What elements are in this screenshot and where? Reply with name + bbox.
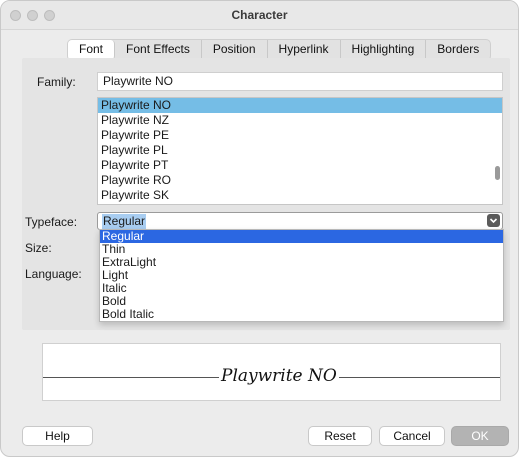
family-list-scrollbar[interactable]	[495, 166, 500, 180]
family-list-item[interactable]: Playwrite RO	[98, 173, 502, 188]
typeface-option[interactable]: ExtraLight	[100, 256, 503, 269]
language-label: Language:	[25, 267, 82, 281]
character-dialog: Character Font Font Effects Position Hyp…	[0, 0, 519, 457]
title-bar: Character	[1, 1, 518, 30]
preview-text: Playwrite NO	[219, 366, 339, 386]
typeface-dropdown: Regular Thin ExtraLight Light Italic Bol…	[99, 229, 504, 322]
family-list-item[interactable]: Playwrite NO	[98, 98, 502, 113]
typeface-option[interactable]: Italic	[100, 282, 503, 295]
chevron-down-icon[interactable]	[487, 214, 500, 227]
typeface-option[interactable]: Regular	[100, 230, 503, 243]
window-title: Character	[231, 8, 288, 22]
help-button[interactable]: Help	[22, 426, 93, 446]
family-list-item[interactable]: Playwrite PL	[98, 143, 502, 158]
size-label: Size:	[25, 241, 52, 255]
tab-position[interactable]: Position	[202, 40, 268, 60]
family-field[interactable]: Playwrite NO	[97, 72, 503, 91]
typeface-value: Regular	[102, 214, 147, 229]
tab-hyperlink[interactable]: Hyperlink	[268, 40, 341, 60]
font-preview: Playwrite NO	[42, 343, 501, 401]
reset-button[interactable]: Reset	[308, 426, 372, 446]
family-list-item[interactable]: Playwrite PT	[98, 158, 502, 173]
family-list-item[interactable]: Playwrite SK	[98, 188, 502, 203]
typeface-option[interactable]: Bold	[100, 295, 503, 308]
family-label: Family:	[37, 75, 76, 89]
family-list[interactable]: Playwrite NO Playwrite NZ Playwrite PE P…	[97, 97, 503, 205]
tab-font-effects[interactable]: Font Effects	[115, 40, 202, 60]
typeface-option[interactable]: Light	[100, 269, 503, 282]
family-list-item[interactable]: Playwrite NZ	[98, 113, 502, 128]
cancel-button[interactable]: Cancel	[379, 426, 445, 446]
tab-font[interactable]: Font	[68, 40, 116, 60]
ok-button[interactable]: OK	[451, 426, 509, 446]
family-list-item[interactable]: Playwrite PE	[98, 128, 502, 143]
typeface-option[interactable]: Bold Italic	[100, 308, 503, 321]
tab-highlighting[interactable]: Highlighting	[341, 40, 427, 60]
typeface-option[interactable]: Thin	[100, 243, 503, 256]
typeface-select[interactable]: Regular	[97, 212, 503, 230]
tab-borders[interactable]: Borders	[426, 40, 490, 60]
typeface-label: Typeface:	[25, 215, 78, 229]
